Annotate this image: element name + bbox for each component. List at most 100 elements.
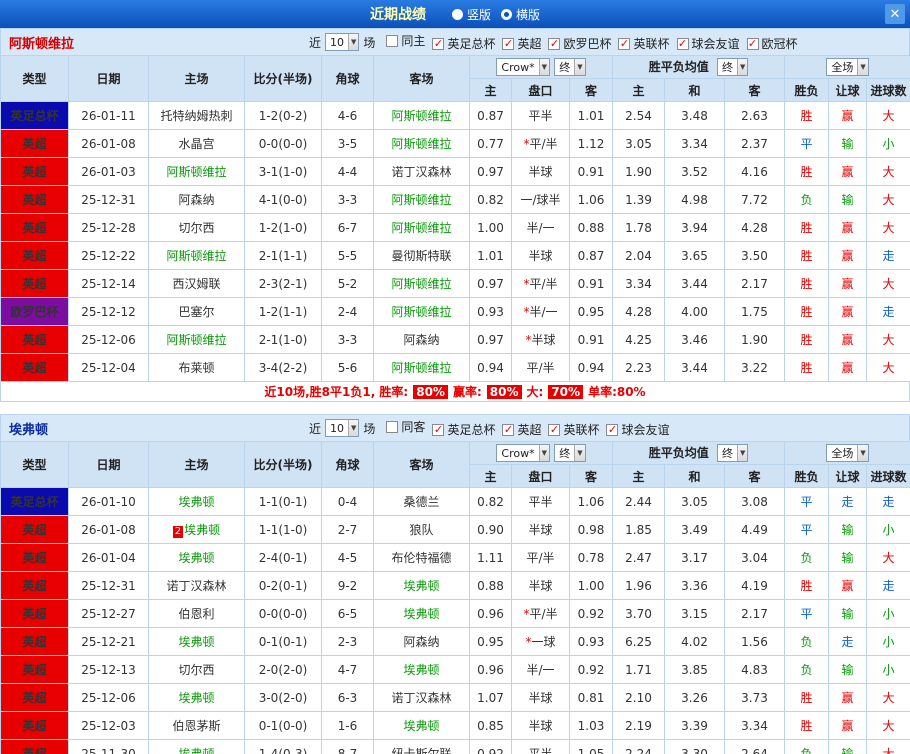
match-score[interactable]: 0-0(0-0) (244, 129, 322, 158)
home-team[interactable]: 2 埃弗顿 (148, 515, 245, 544)
away-team[interactable]: 诺丁汉森林 (373, 157, 470, 186)
final-odds-select[interactable]: 终 ▼ (554, 57, 586, 76)
home-team[interactable]: 伯恩利 (148, 599, 245, 628)
away-team[interactable]: 阿森纳 (373, 325, 470, 354)
radio-vertical-icon[interactable] (451, 8, 463, 20)
checkbox-checked-icon[interactable]: ✓ (502, 423, 515, 436)
home-team[interactable]: 托特纳姆热刺 (148, 101, 245, 130)
away-team[interactable]: 阿斯顿维拉 (373, 185, 470, 214)
filter-checkbox[interactable]: ✓ 英足总杯 (432, 35, 495, 52)
layout-horizontal-option[interactable]: 横版 (501, 6, 540, 23)
close-button[interactable]: ✕ (885, 4, 905, 24)
match-score[interactable]: 4-1(0-0) (244, 185, 322, 214)
layout-vertical-option[interactable]: 竖版 (451, 6, 491, 23)
filter-checkbox[interactable]: ✓ 欧罗巴杯 (548, 35, 611, 52)
checkbox-checked-icon[interactable]: ✓ (432, 423, 445, 436)
checkbox-checked-icon[interactable]: ✓ (618, 37, 631, 50)
away-team[interactable]: 阿斯顿维拉 (373, 129, 470, 158)
away-team[interactable]: 埃弗顿 (373, 599, 470, 628)
away-team[interactable]: 埃弗顿 (373, 571, 470, 600)
home-team[interactable]: 切尔西 (148, 655, 245, 684)
filter-checkbox[interactable]: 同客 (386, 418, 425, 435)
away-team[interactable]: 阿斯顿维拉 (373, 269, 470, 298)
checkbox-checked-icon[interactable]: ✓ (502, 37, 515, 50)
home-team[interactable]: 巴塞尔 (148, 297, 245, 326)
match-score[interactable]: 0-1(0-0) (244, 711, 322, 740)
match-score[interactable]: 3-0(2-0) (244, 683, 322, 712)
match-score[interactable]: 0-0(0-0) (244, 599, 322, 628)
away-team[interactable]: 埃弗顿 (373, 711, 470, 740)
home-team[interactable]: 阿斯顿维拉 (148, 325, 245, 354)
filter-checkbox[interactable]: ✓ 英联杯 (618, 35, 670, 52)
match-score[interactable]: 3-4(2-2) (244, 353, 322, 382)
filter-checkbox[interactable]: ✓ 英超 (502, 35, 541, 52)
away-team[interactable]: 狼队 (373, 515, 470, 544)
odds-company-select[interactable]: Crow* ▼ (496, 58, 551, 77)
home-team[interactable]: 埃弗顿 (148, 683, 245, 712)
checkbox-checked-icon[interactable]: ✓ (746, 37, 759, 50)
odds-company-select[interactable]: Crow* ▼ (496, 444, 551, 463)
checkbox-unchecked-icon[interactable] (386, 34, 399, 47)
match-scope-select[interactable]: 全场 ▼ (826, 58, 869, 76)
home-team[interactable]: 埃弗顿 (148, 543, 245, 572)
match-score[interactable]: 1-1(0-1) (244, 487, 322, 516)
checkbox-checked-icon[interactable]: ✓ (548, 37, 561, 50)
away-team[interactable]: 阿斯顿维拉 (373, 297, 470, 326)
match-score[interactable]: 1-4(0-3) (244, 739, 322, 754)
filter-checkbox[interactable]: ✓ 英超 (502, 421, 541, 438)
away-team[interactable]: 桑德兰 (373, 487, 470, 516)
home-team[interactable]: 布莱顿 (148, 353, 245, 382)
home-team[interactable]: 阿斯顿维拉 (148, 157, 245, 186)
team-name[interactable]: 阿斯顿维拉 (1, 33, 309, 52)
match-score[interactable]: 2-0(2-0) (244, 655, 322, 684)
final-odds-select[interactable]: 终 ▼ (554, 443, 586, 462)
match-score[interactable]: 1-1(1-0) (244, 515, 322, 544)
home-team[interactable]: 切尔西 (148, 213, 245, 242)
checkbox-checked-icon[interactable]: ✓ (432, 37, 445, 50)
match-score[interactable]: 0-2(0-1) (244, 571, 322, 600)
match-score[interactable]: 2-4(0-1) (244, 543, 322, 572)
match-score[interactable]: 2-3(2-1) (244, 269, 322, 298)
home-team[interactable]: 伯恩茅斯 (148, 711, 245, 740)
match-score[interactable]: 1-2(1-1) (244, 297, 322, 326)
away-team[interactable]: 布伦特福德 (373, 543, 470, 572)
match-score[interactable]: 0-1(0-1) (244, 627, 322, 656)
checkbox-checked-icon[interactable]: ✓ (676, 37, 689, 50)
filter-checkbox[interactable]: ✓ 英联杯 (548, 421, 599, 438)
match-score[interactable]: 1-2(1-0) (244, 213, 322, 242)
match-score[interactable]: 2-1(1-1) (244, 241, 322, 270)
home-team[interactable]: 水晶宫 (148, 129, 245, 158)
recent-count-select[interactable]: 10 ▼ (325, 33, 360, 51)
match-score[interactable]: 3-1(1-0) (244, 157, 322, 186)
match-scope-select[interactable]: 全场 ▼ (826, 444, 869, 462)
home-team[interactable]: 埃弗顿 (148, 487, 245, 516)
radio-horizontal-icon[interactable] (501, 8, 512, 20)
final-avg-select[interactable]: 终 ▼ (716, 58, 749, 76)
home-team[interactable]: 埃弗顿 (148, 627, 245, 656)
match-score[interactable]: 1-2(0-2) (244, 101, 322, 130)
away-team[interactable]: 阿斯顿维拉 (373, 353, 470, 382)
filter-checkbox[interactable]: ✓ 球会友谊 (676, 35, 740, 52)
away-team[interactable]: 阿斯顿维拉 (373, 213, 470, 242)
filter-checkbox[interactable]: ✓ 欧冠杯 (746, 35, 798, 52)
home-team[interactable]: 阿森纳 (148, 185, 245, 214)
home-team[interactable]: 西汉姆联 (148, 269, 245, 298)
filter-checkbox[interactable]: ✓ 英足总杯 (432, 421, 495, 438)
filter-checkbox[interactable]: ✓ 球会友谊 (606, 421, 670, 438)
team-name[interactable]: 埃弗顿 (1, 419, 309, 438)
final-avg-select[interactable]: 终 ▼ (716, 444, 749, 462)
checkbox-unchecked-icon[interactable] (386, 420, 399, 433)
recent-count-select[interactable]: 10 ▼ (325, 419, 360, 437)
away-team[interactable]: 曼彻斯特联 (373, 241, 470, 270)
match-score[interactable]: 2-1(1-0) (244, 325, 322, 354)
away-team[interactable]: 诺丁汉森林 (373, 683, 470, 712)
away-team[interactable]: 阿斯顿维拉 (373, 101, 470, 130)
away-team[interactable]: 阿森纳 (373, 627, 470, 656)
away-team[interactable]: 埃弗顿 (373, 655, 470, 684)
home-team[interactable]: 诺丁汉森林 (148, 571, 245, 600)
home-team[interactable]: 埃弗顿 (148, 739, 245, 754)
home-team[interactable]: 阿斯顿维拉 (148, 241, 245, 270)
away-team[interactable]: 纽卡斯尔联 (373, 739, 470, 754)
checkbox-checked-icon[interactable]: ✓ (606, 423, 619, 436)
filter-checkbox[interactable]: 同主 (386, 32, 425, 49)
